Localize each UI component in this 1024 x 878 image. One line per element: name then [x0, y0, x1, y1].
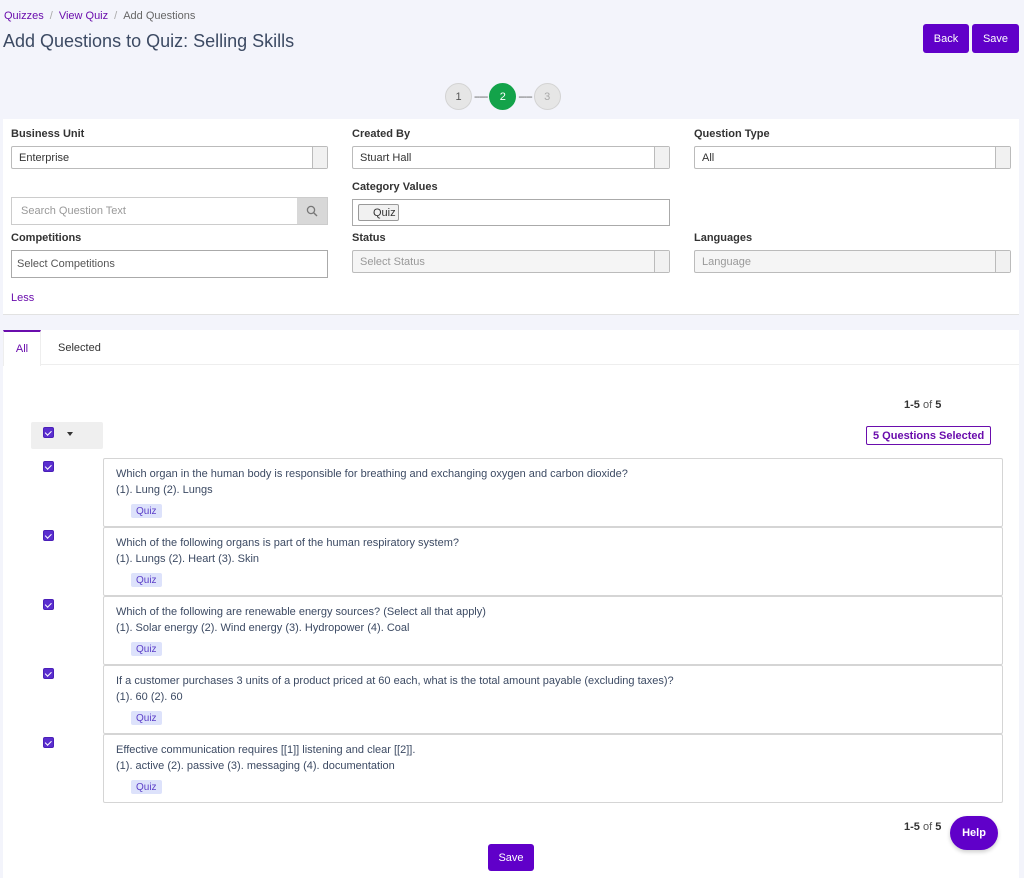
category-values-label: Category Values	[352, 181, 438, 193]
step-2[interactable]: 2	[489, 83, 517, 110]
languages-select[interactable]: Language	[694, 250, 1011, 273]
languages-placeholder: Language	[702, 255, 751, 268]
search-button[interactable]	[297, 198, 327, 224]
search-box	[11, 197, 328, 225]
tab-selected[interactable]: Selected	[58, 330, 101, 365]
step-3[interactable]: 3	[533, 83, 561, 110]
dropdown-arrow-icon	[995, 147, 1010, 168]
status-select[interactable]: Select Status	[352, 250, 670, 273]
breadcrumb-current: Add Questions	[123, 10, 196, 22]
dropdown-arrow-icon	[995, 251, 1010, 272]
page-title: Add Questions to Quiz: Selling Skills	[3, 31, 295, 51]
dropdown-arrow-icon	[312, 147, 327, 168]
pager-range: 1-5	[904, 399, 920, 411]
question-tag: Quiz	[131, 573, 162, 587]
category-values-field[interactable]: Quiz	[352, 199, 670, 226]
pager-top: 1-5 of 5	[904, 399, 941, 411]
breadcrumb-quizzes[interactable]: Quizzes	[4, 10, 44, 22]
business-unit-select[interactable]: Enterprise	[11, 146, 328, 169]
breadcrumb-separator: /	[49, 10, 53, 22]
step-1[interactable]: 1	[445, 83, 472, 110]
business-unit-label: Business Unit	[11, 128, 85, 140]
question-tag: Quiz	[131, 642, 162, 656]
question-answers: (1). Solar energy (2). Wind energy (3). …	[116, 622, 410, 634]
question-text: Which of the following organs is part of…	[116, 537, 459, 549]
save-button[interactable]: Save	[972, 24, 1019, 53]
step-connector: -----	[518, 90, 532, 103]
dropdown-arrow-icon	[654, 147, 669, 168]
category-chip[interactable]: Quiz	[358, 204, 399, 221]
back-button[interactable]: Back	[923, 24, 969, 53]
question-checkbox[interactable]	[43, 737, 54, 748]
question-text: Effective communication requires [[1]] l…	[116, 744, 416, 756]
question-type-label: Question Type	[694, 128, 770, 140]
question-text: If a customer purchases 3 units of a pro…	[116, 675, 674, 687]
breadcrumb-view-quiz[interactable]: View Quiz	[59, 10, 108, 22]
selected-count-badge: 5 Questions Selected	[866, 426, 992, 445]
question-text: Which of the following are renewable ene…	[116, 606, 486, 618]
created-by-select[interactable]: Stuart Hall	[352, 146, 670, 169]
question-type-select[interactable]: All	[694, 146, 1011, 169]
question-checkbox[interactable]	[43, 668, 54, 679]
question-answers: (1). 60 (2). 60	[116, 691, 183, 703]
status-label: Status	[352, 232, 386, 244]
status-placeholder: Select Status	[360, 255, 425, 268]
question-card[interactable]: Which organ in the human body is respons…	[103, 458, 1003, 527]
created-by-label: Created By	[352, 128, 411, 140]
questions-panel: All Selected 1-5 of 5 5 Questions Select…	[3, 330, 1019, 878]
breadcrumb: Quizzes / View Quiz / Add Questions	[4, 10, 195, 22]
question-checkbox[interactable]	[43, 530, 54, 541]
pager-of: of	[922, 821, 933, 833]
step-connector: -----	[474, 90, 488, 103]
select-all-checkbox[interactable]	[43, 427, 54, 438]
question-answers: (1). active (2). passive (3). messaging …	[116, 760, 395, 772]
search-input[interactable]	[12, 198, 297, 224]
pager-bottom: 1-5 of 5	[904, 821, 941, 833]
pager-of: of	[922, 399, 933, 411]
bulk-select-dropdown[interactable]	[31, 422, 103, 449]
pager-total: 5	[935, 821, 942, 833]
competitions-placeholder: Select Competitions	[17, 258, 115, 270]
help-button[interactable]: Help	[950, 816, 998, 850]
question-card[interactable]: Which of the following are renewable ene…	[103, 596, 1003, 665]
question-tag: Quiz	[131, 504, 162, 518]
question-card[interactable]: Which of the following organs is part of…	[103, 527, 1003, 596]
competitions-label: Competitions	[11, 232, 82, 244]
save-button-bottom[interactable]: Save	[488, 844, 534, 871]
competitions-field[interactable]: Select Competitions	[11, 250, 328, 278]
business-unit-value: Enterprise	[19, 151, 70, 164]
filter-panel: Business Unit Enterprise Created By Stua…	[3, 119, 1019, 315]
question-answers: (1). Lung (2). Lungs	[116, 484, 213, 496]
caret-down-icon	[67, 432, 73, 436]
tab-bar: All Selected	[3, 330, 1019, 366]
breadcrumb-separator: /	[114, 10, 118, 22]
pager-range: 1-5	[904, 821, 920, 833]
less-link[interactable]: Less	[11, 292, 34, 304]
question-text: Which organ in the human body is respons…	[116, 468, 628, 480]
search-icon	[306, 205, 318, 217]
dropdown-arrow-icon	[654, 251, 669, 272]
tab-all[interactable]: All	[3, 330, 41, 366]
question-card[interactable]: Effective communication requires [[1]] l…	[103, 734, 1003, 803]
question-answers: (1). Lungs (2). Heart (3). Skin	[116, 553, 260, 565]
question-checkbox[interactable]	[43, 599, 54, 610]
stepper: 1 ----- 2 ----- 3	[445, 83, 561, 110]
question-type-value: All	[702, 151, 715, 164]
question-card[interactable]: If a customer purchases 3 units of a pro…	[103, 665, 1003, 734]
question-tag: Quiz	[131, 711, 162, 725]
languages-label: Languages	[694, 232, 753, 244]
created-by-value: Stuart Hall	[360, 151, 412, 164]
pager-total: 5	[935, 399, 942, 411]
question-checkbox[interactable]	[43, 461, 54, 472]
question-tag: Quiz	[131, 780, 162, 794]
